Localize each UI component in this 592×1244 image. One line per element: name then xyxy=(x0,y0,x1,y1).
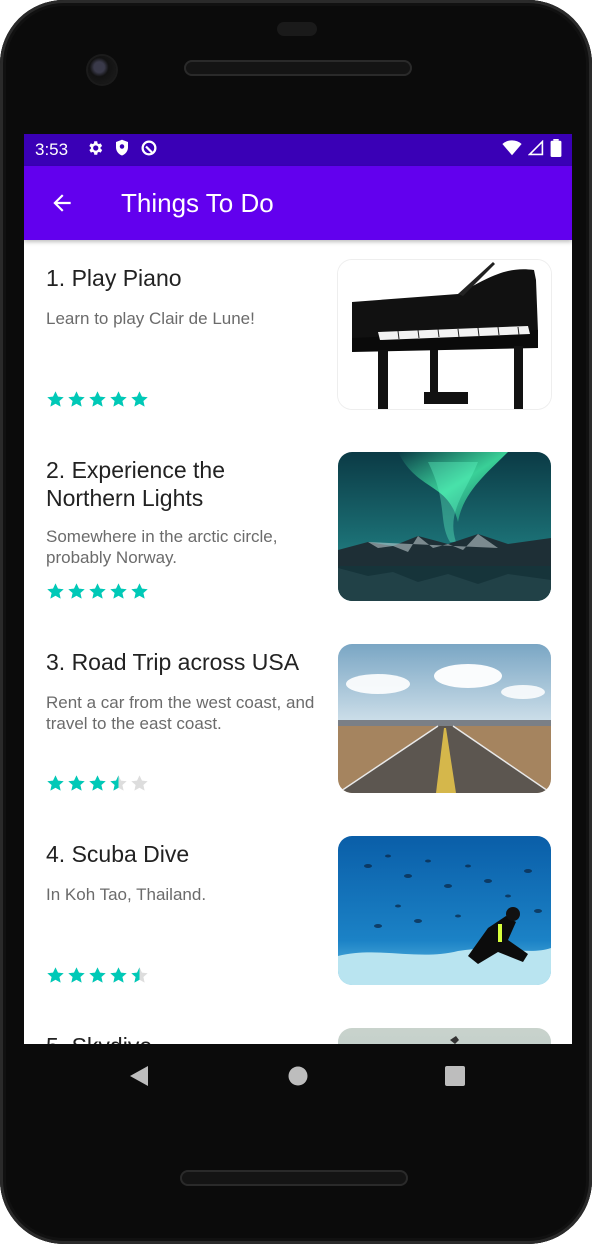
back-button[interactable] xyxy=(38,179,86,227)
battery-icon xyxy=(550,138,562,162)
star-icon xyxy=(110,967,127,983)
item-description: In Koh Tao, Thailand. xyxy=(46,885,207,904)
scuba-dive-image xyxy=(338,836,551,985)
item-description: Somewhere in the arctic circle, probably… xyxy=(46,527,278,567)
top-notch xyxy=(277,22,317,36)
star-icon xyxy=(89,391,106,407)
cell-signal-icon xyxy=(527,139,544,161)
settings-gear-icon xyxy=(86,139,104,162)
skydive-image xyxy=(338,1028,551,1044)
nav-back-button[interactable] xyxy=(128,1064,150,1093)
nav-home-button[interactable] xyxy=(288,1064,308,1093)
star-icon xyxy=(110,391,127,407)
sync-circle-icon xyxy=(140,139,158,162)
star-icon xyxy=(68,967,85,983)
star-icon xyxy=(131,583,148,599)
item-title: 1. Play Piano xyxy=(46,265,182,291)
northern-lights-image xyxy=(338,452,551,601)
star-icon xyxy=(110,583,127,599)
list-item[interactable]: 3. Road Trip across USA Rent a car from … xyxy=(24,624,572,816)
star-icon xyxy=(89,583,106,599)
item-title: 4. Scuba Dive xyxy=(46,841,190,867)
bottom-speaker xyxy=(180,1170,408,1186)
star-icon xyxy=(47,583,64,599)
system-nav-bar xyxy=(24,1044,572,1108)
star-icon xyxy=(47,391,64,407)
shield-icon xyxy=(114,139,130,162)
circle-home-icon xyxy=(288,1066,308,1086)
status-icons-left xyxy=(86,139,158,162)
list-item[interactable]: 2. Experience the Northern Lights Somewh… xyxy=(24,432,572,624)
list-item[interactable]: 1. Play Piano Learn to play Clair de Lun… xyxy=(24,240,572,432)
star-icon xyxy=(131,967,148,983)
rating-stars xyxy=(46,966,149,985)
star-icon xyxy=(131,391,148,407)
things-list[interactable]: 1. Play Piano Learn to play Clair de Lun… xyxy=(24,240,572,1044)
star-icon xyxy=(110,775,127,791)
item-title: 2. Experience the Northern Lights xyxy=(46,457,226,511)
item-description: Rent a car from the west coast, and trav… xyxy=(46,693,315,733)
app-bar: Things To Do xyxy=(24,166,572,240)
star-icon xyxy=(68,775,85,791)
rating-stars xyxy=(46,774,149,793)
list-item[interactable]: 5. Skydive xyxy=(24,1008,572,1044)
square-recents-icon xyxy=(445,1066,465,1086)
piano-image xyxy=(338,260,551,409)
item-description: Learn to play Clair de Lune! xyxy=(46,309,255,328)
star-icon xyxy=(68,391,85,407)
rating-stars xyxy=(46,390,149,409)
star-icon xyxy=(131,775,148,791)
triangle-back-icon xyxy=(130,1066,148,1086)
status-bar: 3:53 xyxy=(24,134,572,166)
road-trip-image xyxy=(338,644,551,793)
star-icon xyxy=(89,967,106,983)
nav-recents-button[interactable] xyxy=(444,1064,466,1093)
phone-frame: 3:53 Things To Do 1. Play Piano Learn to… xyxy=(0,0,592,1244)
item-title: 5. Skydive xyxy=(46,1032,316,1044)
arrow-left-icon xyxy=(53,194,71,212)
front-camera xyxy=(88,56,116,84)
wifi-icon xyxy=(502,139,522,161)
status-time: 3:53 xyxy=(35,140,69,159)
earpiece-speaker xyxy=(184,60,412,76)
star-icon xyxy=(89,775,106,791)
page-title: Things To Do xyxy=(121,187,274,218)
status-icons-right xyxy=(502,138,562,162)
star-icon xyxy=(47,775,64,791)
star-icon xyxy=(47,967,64,983)
star-icon xyxy=(68,583,85,599)
list-item[interactable]: 4. Scuba Dive In Koh Tao, Thailand. xyxy=(24,816,572,1008)
rating-stars xyxy=(46,582,149,601)
screen: 3:53 Things To Do 1. Play Piano Learn to… xyxy=(24,134,572,1044)
item-title: 3. Road Trip across USA xyxy=(46,649,300,675)
